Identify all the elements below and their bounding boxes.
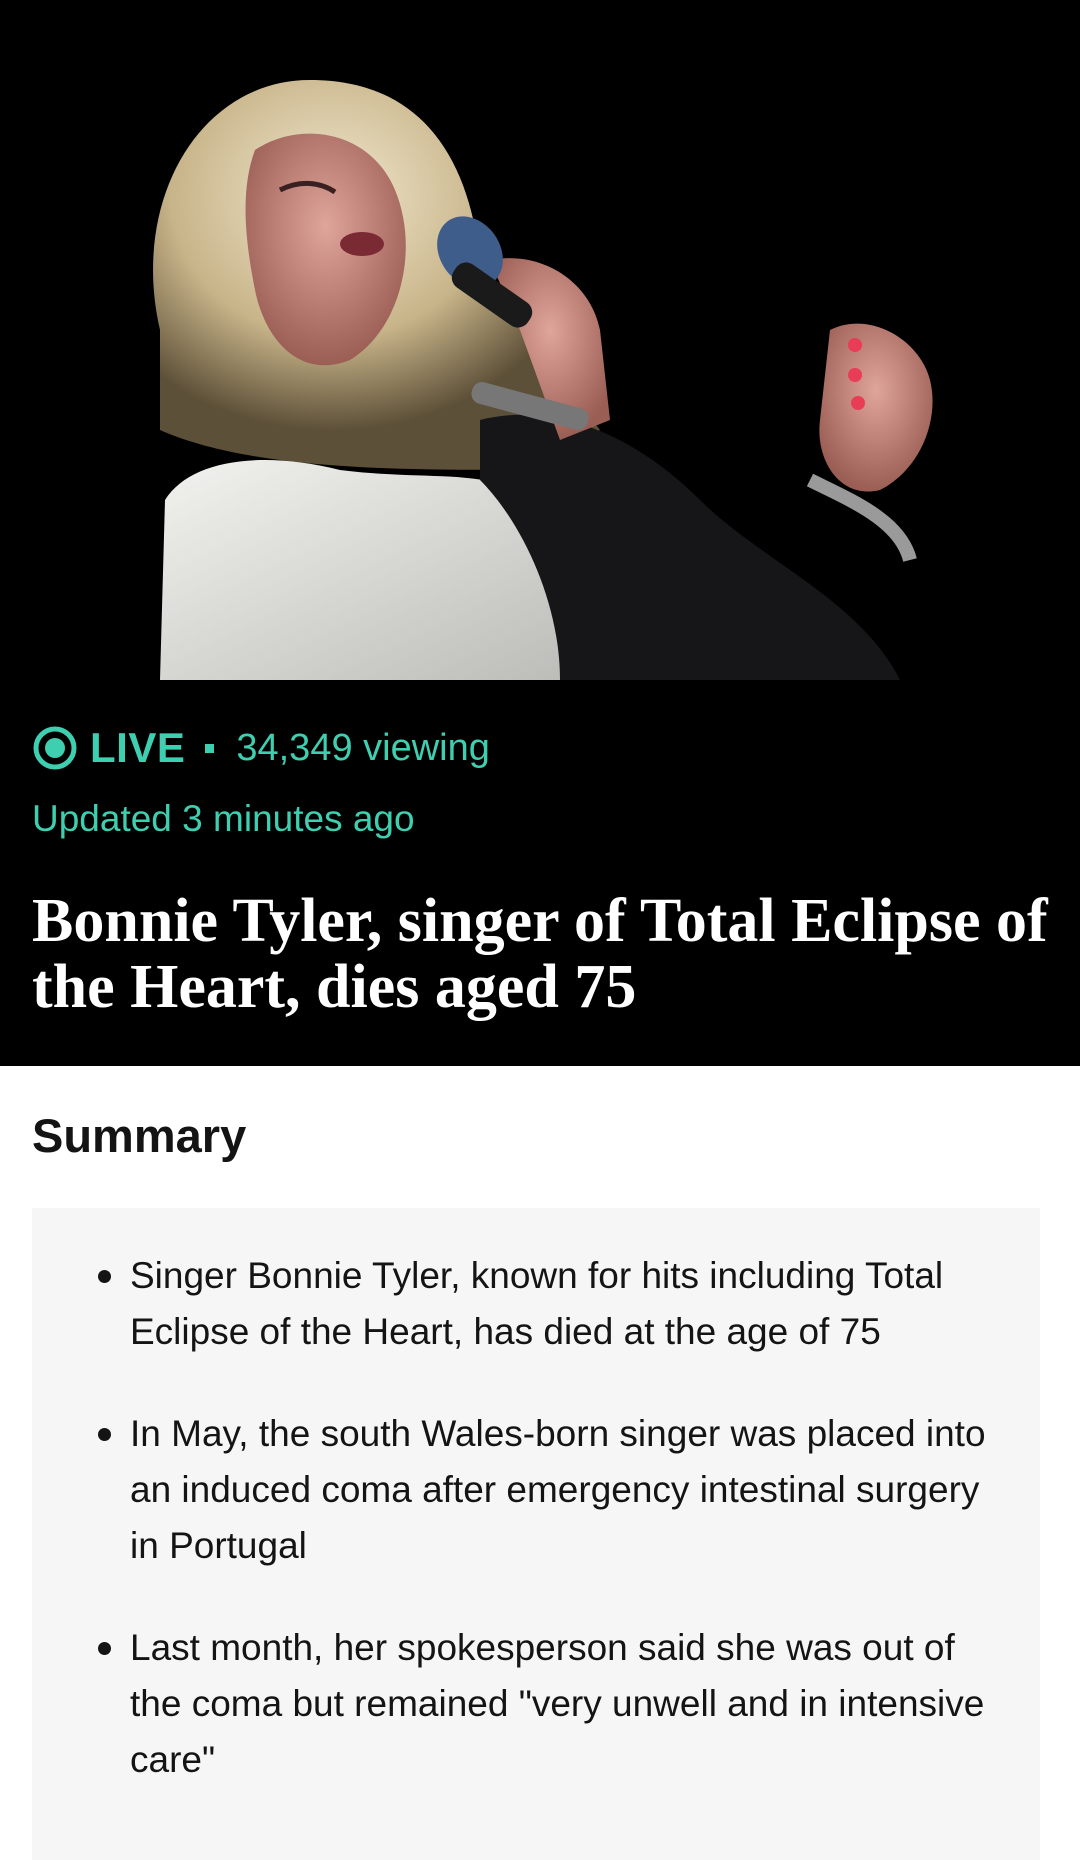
updated-timestamp: Updated 3 minutes ago — [32, 798, 415, 839]
live-meta: LIVE 34,349 viewing Updated 3 minutes ag… — [32, 720, 1048, 840]
live-indicator-icon — [33, 726, 77, 770]
bullet-icon — [98, 1428, 111, 1441]
summary-box: Singer Bonnie Tyler, known for hits incl… — [32, 1208, 1040, 1860]
page-title: Bonnie Tyler, singer of Total Eclipse of… — [32, 887, 1048, 1021]
summary-item: Singer Bonnie Tyler, known for hits incl… — [32, 1248, 1000, 1360]
summary-item-text: Last month, her spokesperson said she wa… — [130, 1627, 985, 1780]
summary-item-text: In May, the south Wales-born singer was … — [130, 1413, 986, 1566]
hero-photo[interactable] — [0, 0, 1080, 680]
summary-item: In May, the south Wales-born singer was … — [32, 1406, 1000, 1574]
hero-section: LIVE 34,349 viewing Updated 3 minutes ag… — [0, 0, 1080, 1066]
summary-item-text: Singer Bonnie Tyler, known for hits incl… — [130, 1255, 944, 1352]
summary-heading: Summary — [32, 1109, 247, 1162]
bullet-icon — [98, 1642, 111, 1655]
summary-list: Singer Bonnie Tyler, known for hits incl… — [32, 1208, 1040, 1788]
live-label: LIVE — [90, 724, 186, 771]
summary-item: Last month, her spokesperson said she wa… — [32, 1620, 1000, 1788]
viewer-count: 34,349 viewing — [236, 726, 490, 769]
live-status-row: LIVE 34,349 viewing — [32, 720, 1048, 776]
bullet-icon — [98, 1270, 111, 1283]
separator-dot — [205, 743, 215, 753]
